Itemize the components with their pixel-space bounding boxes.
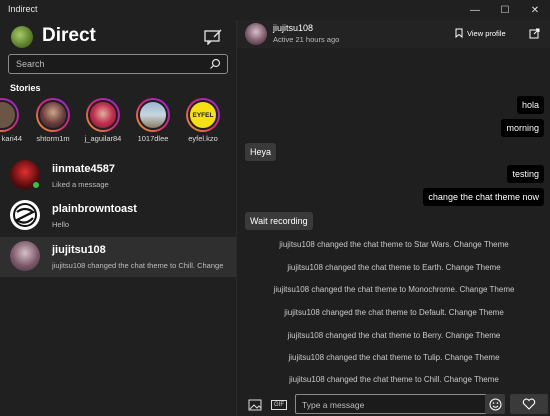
story-name: shtorm1m xyxy=(36,134,70,143)
like-button[interactable] xyxy=(510,394,548,414)
system-message: jiujitsu108 changed the chat theme to Be… xyxy=(287,331,501,340)
story-item[interactable]: j_aguilar84 xyxy=(83,98,123,143)
story-item[interactable]: kari44 xyxy=(0,98,22,143)
app-title: Indirect xyxy=(8,4,38,14)
popout-icon[interactable] xyxy=(529,28,540,39)
thread-preview: jiujitsu108 changed the chat theme to Ch… xyxy=(52,261,224,270)
bookmark-icon xyxy=(455,28,463,38)
message-bubble-outgoing[interactable]: testing xyxy=(507,165,544,183)
page-title: Direct xyxy=(42,25,96,46)
system-message: jiujitsu108 changed the chat theme to De… xyxy=(284,308,504,317)
search-input[interactable] xyxy=(16,57,201,71)
message-input-box xyxy=(295,394,495,414)
message-composer: GIF xyxy=(237,393,550,416)
maximize-icon: ☐ xyxy=(500,4,510,16)
system-message: jiujitsu108 changed the chat theme to Ea… xyxy=(287,263,501,272)
close-button[interactable]: ✕ xyxy=(520,0,550,20)
thread-preview: Hello xyxy=(52,220,70,229)
new-message-button[interactable] xyxy=(204,29,222,46)
system-message: jiujitsu108 changed the chat theme to Tu… xyxy=(288,353,500,362)
view-profile-label: View profile xyxy=(467,28,506,38)
system-message: jiujitsu108 changed the chat theme to Ch… xyxy=(289,375,499,384)
story-item[interactable]: 1017dlee xyxy=(133,98,173,143)
eyfel-logo: EYFEL xyxy=(192,111,214,119)
thread-username: jiujitsu108 xyxy=(52,244,106,256)
search-icon[interactable] xyxy=(209,58,221,70)
story-item[interactable]: EYFEL eyfel.kzo xyxy=(183,98,223,143)
maximize-button[interactable]: ☐ xyxy=(490,0,520,20)
story-name: kari44 xyxy=(1,134,22,143)
online-indicator xyxy=(32,181,40,189)
message-bubble-outgoing[interactable]: hola xyxy=(516,96,544,114)
story-name: eyfel.kzo xyxy=(188,134,218,143)
avatar[interactable] xyxy=(245,23,267,45)
thread-username: plainbrowntoast xyxy=(52,203,137,215)
avatar xyxy=(10,241,40,271)
search-box xyxy=(8,54,228,74)
message-bubble-outgoing[interactable]: morning xyxy=(501,119,544,137)
close-icon: ✕ xyxy=(530,4,540,16)
thread-item[interactable]: plainbrowntoast Hello xyxy=(0,196,236,236)
gif-button[interactable]: GIF xyxy=(269,395,289,414)
thread-username: iinmate4587 xyxy=(52,163,115,175)
system-message: jiujitsu108 changed the chat theme to Mo… xyxy=(273,285,515,294)
image-icon xyxy=(248,399,262,410)
stories-label: Stories xyxy=(10,83,41,93)
compose-icon xyxy=(204,29,222,46)
chat-panel: jiujitsu108 Active 21 hours ago View pro… xyxy=(236,20,550,416)
story-item[interactable]: shtorm1m xyxy=(33,98,73,143)
emoji-icon xyxy=(489,398,501,410)
chat-header: jiujitsu108 Active 21 hours ago View pro… xyxy=(237,20,550,48)
avatar-logo-icon xyxy=(13,203,37,227)
message-bubble-incoming[interactable]: Heya xyxy=(245,143,277,161)
chat-status: Active 21 hours ago xyxy=(273,35,340,44)
chat-username: jiujitsu108 xyxy=(273,23,314,33)
story-name: j_aguilar84 xyxy=(84,134,122,143)
message-bubble-outgoing[interactable]: change the chat theme now xyxy=(423,188,544,206)
message-input[interactable] xyxy=(302,398,487,411)
image-button[interactable] xyxy=(245,395,265,414)
title-bar: Indirect — ☐ ✕ xyxy=(0,0,550,20)
minimize-button[interactable]: — xyxy=(460,0,490,20)
avatar xyxy=(10,200,40,230)
thread-item[interactable]: iinmate4587 Liked a message xyxy=(0,156,236,196)
app-logo-icon xyxy=(11,26,33,48)
view-profile-button[interactable]: View profile xyxy=(455,28,506,38)
sidebar: Direct Stories kari44 shtorm1m j_aguilar… xyxy=(0,20,236,416)
system-message: jiujitsu108 changed the chat theme to St… xyxy=(279,240,509,249)
message-bubble-incoming[interactable]: Wait recording xyxy=(245,212,313,230)
story-name: 1017dlee xyxy=(137,134,169,143)
minimize-icon: — xyxy=(470,4,480,16)
thread-item-selected[interactable]: jiujitsu108 jiujitsu108 changed the chat… xyxy=(0,237,236,277)
thread-preview: Liked a message xyxy=(52,180,109,189)
emoji-button[interactable] xyxy=(485,394,505,414)
gif-icon: GIF xyxy=(271,399,287,410)
heart-icon xyxy=(522,398,536,410)
